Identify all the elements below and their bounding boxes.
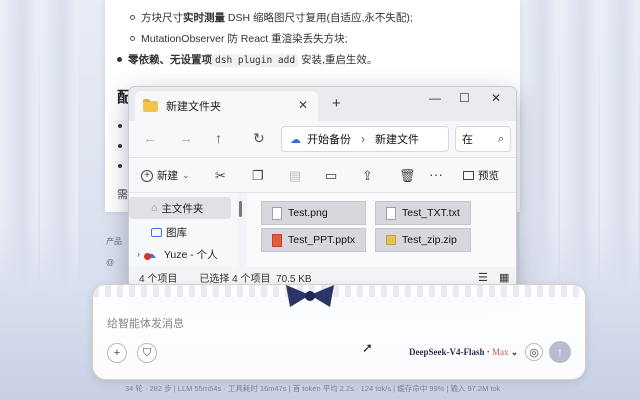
tiles-view-icon[interactable]: ▦: [499, 271, 509, 284]
chevron-right-icon: ›: [361, 132, 365, 146]
preview-label: 预览: [478, 170, 499, 182]
sidebar-item-home[interactable]: ⌂ 主文件夹: [129, 197, 231, 219]
navigation-pane: ⌂ 主文件夹 图库 › ☁ Yuze - 个人: [129, 193, 237, 269]
file-name: Test.png: [288, 207, 328, 219]
search-input[interactable]: 在 ⌕: [455, 126, 511, 152]
file-list: Test.png Test_TXT.txt Test_PPT.pptx Test…: [247, 193, 516, 269]
pptx-file-icon: [272, 233, 282, 247]
file-explorer-window: 新建文件夹 ✕ + — ☐ ✕ ← → ↑ ↻ ☁ 开始备份 › 新建文件 在 …: [128, 86, 517, 288]
sidebar-item-gallery[interactable]: 图库: [129, 221, 231, 243]
side-label: 产品: [106, 237, 122, 246]
new-tab-button[interactable]: +: [332, 95, 341, 112]
error-badge: [144, 253, 151, 260]
zip-file-icon: [386, 235, 396, 245]
rename-icon[interactable]: ▭: [325, 168, 337, 184]
doc-bold-text: 零依赖、无设置项: [128, 54, 212, 66]
new-button[interactable]: + 新建 ⌄: [141, 168, 190, 183]
search-icon: ⌕: [497, 132, 504, 145]
item-count: 4 个项目: [139, 273, 178, 285]
chevron-down-icon: ⌄: [182, 170, 190, 180]
side-label: @: [106, 258, 115, 267]
chevron-right-icon[interactable]: ›: [137, 249, 140, 259]
image-file-icon: [272, 206, 282, 220]
address-bar[interactable]: ☁ 开始备份 › 新建文件: [281, 126, 449, 152]
folder-icon: [143, 98, 158, 112]
file-name: Test_TXT.txt: [402, 207, 460, 219]
more-options-icon[interactable]: ···: [429, 166, 443, 182]
model-selector[interactable]: DeepSeek-V4-Flash · Max ⌄: [409, 347, 518, 358]
sidebar-item-label: 主文件夹: [161, 202, 204, 215]
add-attachment-button[interactable]: +: [107, 343, 127, 363]
bullet-marker: [117, 57, 122, 62]
tab-title: 新建文件夹: [166, 101, 221, 113]
share-icon[interactable]: ⇪: [362, 168, 373, 184]
bullet-marker: [130, 15, 135, 20]
cloud-sync-icon: ☁: [290, 133, 301, 146]
sidebar-scrollbar[interactable]: [239, 201, 242, 217]
bullet-marker: [118, 124, 122, 128]
doc-text: MutationObserver 防 React 重渲染丢失方块;: [141, 33, 348, 45]
model-tier: Max: [492, 347, 509, 357]
send-button[interactable]: ↑: [549, 341, 571, 363]
bullet-marker: [118, 144, 122, 148]
preview-pane-icon: [463, 171, 474, 180]
new-button-label: 新建: [157, 170, 178, 182]
explorer-tab[interactable]: 新建文件夹 ✕: [135, 91, 318, 121]
file-item[interactable]: Test.png: [261, 201, 366, 225]
doc-text: 安装,重启生效。: [298, 54, 378, 66]
plus-icon: +: [141, 169, 153, 182]
forward-arrow-icon[interactable]: →: [179, 130, 193, 146]
back-arrow-icon[interactable]: ←: [143, 130, 157, 146]
cloud-icon: ☁: [144, 247, 160, 261]
file-item[interactable]: Test_TXT.txt: [375, 201, 471, 225]
maximize-button[interactable]: ☐: [459, 91, 470, 105]
doc-bullet-3: 零依赖、无设置项 dsh plugin add 安装,重启生效。: [117, 52, 377, 67]
usage-stats: 34 轮 · 282 步 | LLM 55m54s · 工具耗时 16m47s …: [125, 384, 506, 393]
paste-icon[interactable]: ▤: [289, 168, 301, 184]
settings-icon[interactable]: ◎: [525, 343, 543, 361]
command-toolbar: + 新建 ⌄ ✂ ❐ ▤ ▭ ⇪ 🗑 ··· 预览: [129, 157, 516, 193]
breadcrumb-current[interactable]: 新建文件: [375, 131, 419, 147]
file-name: Test_zip.zip: [402, 234, 457, 246]
doc-text: 需: [117, 189, 128, 201]
navigation-bar: ← → ↑ ↻ ☁ 开始备份 › 新建文件 在 ⌕: [129, 121, 516, 157]
mouse-cursor-icon: ➚: [362, 340, 373, 355]
minimize-button[interactable]: —: [429, 91, 441, 105]
chevron-down-icon: ⌄: [510, 347, 519, 357]
sidebar-item-onedrive[interactable]: › ☁ Yuze - 个人: [129, 243, 231, 265]
doc-bold-text: 实时测量: [183, 12, 225, 24]
sidebar-item-label: 图库: [166, 226, 187, 239]
up-arrow-icon[interactable]: ↑: [215, 130, 222, 146]
shield-icon[interactable]: ⛉: [137, 343, 157, 363]
refresh-icon[interactable]: ↻: [253, 130, 265, 147]
copy-icon[interactable]: ❐: [252, 168, 264, 184]
delete-icon[interactable]: 🗑: [399, 168, 416, 184]
details-view-icon[interactable]: ☰: [478, 271, 488, 284]
text-file-icon: [386, 206, 396, 220]
bullet-marker: [118, 164, 122, 168]
message-input[interactable]: 给智能体发消息: [107, 315, 184, 331]
cut-icon[interactable]: ✂: [215, 168, 226, 184]
breadcrumb-root[interactable]: 开始备份: [307, 131, 351, 147]
doc-bullet-1: 方块尺寸实时测量 DSH 缩略图尺寸复用(自适应,永不失配);: [130, 10, 413, 25]
preview-button[interactable]: 预览: [463, 168, 499, 183]
close-window-button[interactable]: ✕: [491, 91, 501, 105]
bullet-marker: [130, 36, 135, 41]
gallery-icon: [151, 227, 162, 237]
inline-code: dsh plugin add: [212, 54, 299, 67]
doc-bullet-2: MutationObserver 防 React 重渲染丢失方块;: [130, 31, 348, 46]
close-tab-icon[interactable]: ✕: [298, 98, 308, 112]
doc-text: DSH 缩略图尺寸复用(自适应,永不失配);: [225, 12, 413, 24]
home-icon: ⌂: [151, 202, 158, 214]
bow-decoration: [286, 285, 334, 307]
file-name: Test_PPT.pptx: [288, 234, 356, 246]
sidebar-item-label: Yuze - 个人: [164, 248, 218, 261]
file-item[interactable]: Test_zip.zip: [375, 228, 471, 252]
doc-text: 方块尺寸: [141, 12, 183, 24]
search-placeholder: 在: [462, 134, 473, 146]
model-name: DeepSeek-V4-Flash ·: [409, 347, 492, 357]
file-item[interactable]: Test_PPT.pptx: [261, 228, 366, 252]
title-bar: 新建文件夹 ✕ + — ☐ ✕: [129, 87, 516, 121]
